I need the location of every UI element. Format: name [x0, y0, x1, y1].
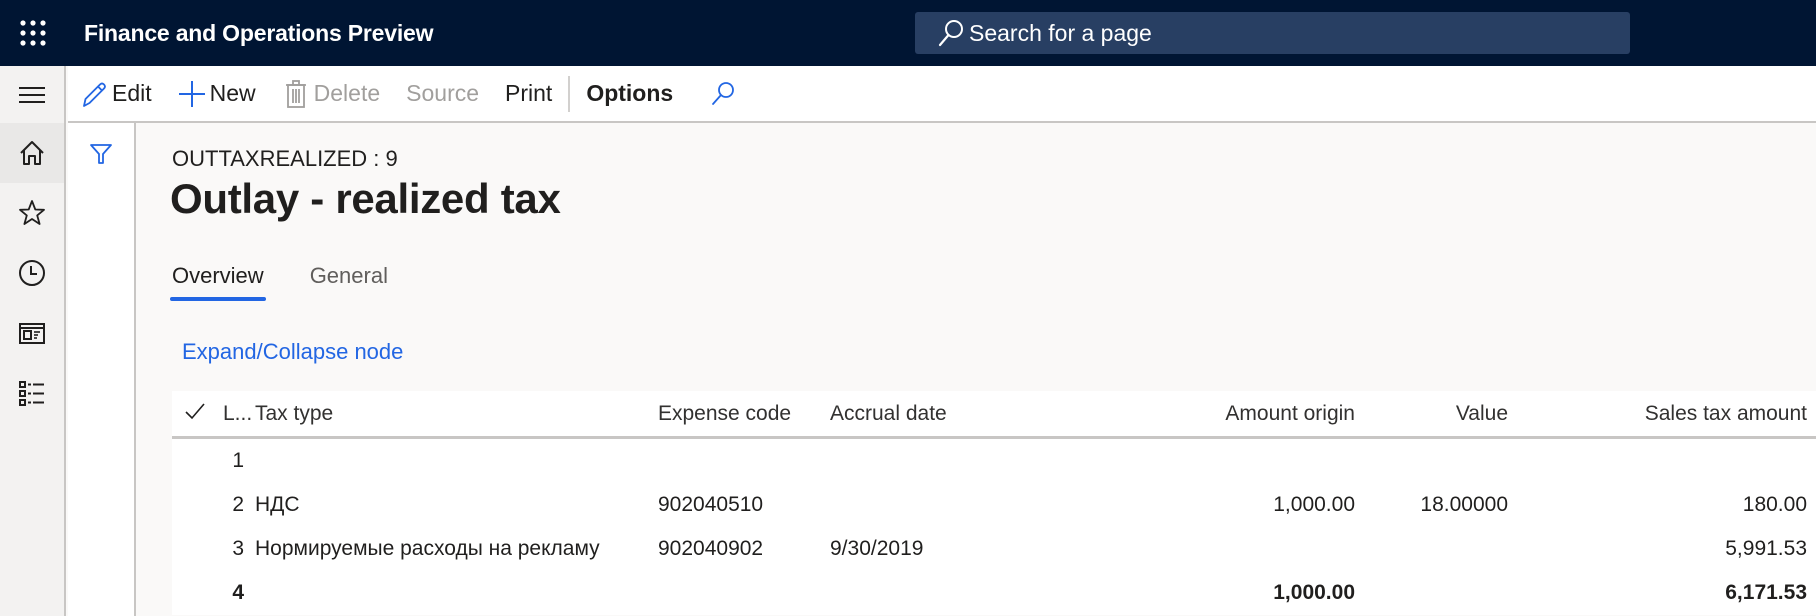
tab-overview[interactable]: Overview: [170, 263, 266, 301]
cell-amount-origin: 1,000.00: [1273, 493, 1355, 516]
column-header-amount-origin[interactable]: Amount origin: [1225, 402, 1355, 426]
cell-sales-tax-amount: 6,171.53: [1725, 581, 1807, 604]
grid-header: L... Tax type Expense code Accrual date …: [172, 391, 1816, 439]
cell-line: 3: [232, 537, 244, 560]
cell-line: 1: [232, 449, 244, 472]
source-label: Source: [406, 80, 480, 106]
cell-tax-type: Нормируемые расходы на рекламу: [255, 537, 600, 560]
table-row-total[interactable]: 4 1,000.00 6,171.53: [172, 571, 1816, 615]
cell-value: 18.00000: [1420, 493, 1508, 516]
main-content: OUTTAXREALIZED : 9 Outlay - realized tax…: [136, 123, 1816, 616]
star-icon: [19, 200, 45, 225]
search-icon: [938, 20, 963, 47]
navigation-pane: [0, 66, 66, 616]
clock-icon: [19, 260, 45, 286]
action-search-button[interactable]: [709, 65, 741, 122]
column-header-tax-type[interactable]: Tax type: [255, 402, 333, 426]
cell-amount-origin: 1,000.00: [1273, 581, 1355, 604]
workspace-icon: [19, 323, 45, 344]
delete-button[interactable]: Delete: [282, 65, 380, 122]
source-button[interactable]: Source: [406, 65, 479, 122]
print-button[interactable]: Print: [505, 65, 552, 122]
column-header-sales-tax-amount[interactable]: Sales tax amount: [1645, 402, 1807, 426]
print-label: Print: [505, 80, 553, 106]
tab-general[interactable]: General: [310, 263, 388, 297]
search-icon: [712, 81, 735, 105]
action-pane: Edit New Delete Source Print Options: [68, 66, 1816, 123]
tab-list: Overview General: [170, 263, 434, 301]
checkmark-icon: [185, 402, 205, 419]
options-button[interactable]: Options: [586, 65, 673, 122]
home-icon: [20, 141, 44, 165]
top-navbar: Finance and Operations Preview: [0, 0, 1816, 66]
record-caption: OUTTAXREALIZED : 9: [172, 146, 398, 171]
page-search[interactable]: [915, 12, 1630, 54]
delete-label: Delete: [313, 80, 381, 106]
waffle-icon: [20, 20, 46, 46]
nav-workspaces[interactable]: [0, 303, 64, 363]
column-header-accrual-date[interactable]: Accrual date: [830, 402, 947, 426]
select-all-checkbox[interactable]: [184, 401, 208, 427]
hamburger-icon: [19, 86, 45, 103]
nav-modules[interactable]: [0, 363, 64, 423]
edit-label: Edit: [112, 80, 152, 106]
cell-line: 4: [232, 581, 244, 604]
search-input[interactable]: [969, 19, 1569, 47]
action-separator: [568, 75, 571, 112]
table-row[interactable]: 3 Нормируемые расходы на рекламу 9020409…: [172, 527, 1816, 571]
edit-button[interactable]: Edit: [80, 65, 152, 122]
cell-sales-tax-amount: 5,991.53: [1725, 537, 1807, 560]
plus-icon: [178, 80, 205, 107]
new-button[interactable]: New: [178, 65, 256, 122]
tax-grid: L... Tax type Expense code Accrual date …: [172, 391, 1816, 615]
new-label: New: [209, 80, 256, 106]
cell-accrual-date: 9/30/2019: [830, 537, 924, 560]
list-icon: [19, 381, 44, 406]
cell-sales-tax-amount: 180.00: [1742, 493, 1807, 516]
nav-menu-button[interactable]: [0, 66, 64, 123]
nav-home[interactable]: [0, 123, 64, 183]
cell-expense-code: 902040510: [658, 493, 764, 516]
filter-icon[interactable]: [88, 141, 114, 167]
table-row[interactable]: 2 НДС 902040510 1,000.00 18.00000 180.00: [172, 483, 1816, 527]
cell-line: 2: [232, 493, 244, 516]
options-label: Options: [586, 80, 674, 106]
page-title: Outlay - realized tax: [170, 175, 561, 222]
column-header-expense-code[interactable]: Expense code: [658, 402, 791, 426]
column-header-line[interactable]: L...: [223, 402, 253, 426]
cell-tax-type: НДС: [255, 493, 300, 516]
column-header-value[interactable]: Value: [1456, 402, 1508, 426]
expand-collapse-node-button[interactable]: Expand/Collapse node: [182, 339, 403, 365]
app-launcher-button[interactable]: [0, 0, 66, 66]
pencil-icon: [83, 82, 106, 107]
nav-favorites[interactable]: [0, 183, 64, 243]
app-title: Finance and Operations Preview: [84, 19, 434, 46]
filter-pane: [68, 123, 136, 616]
trash-icon: [285, 79, 306, 108]
nav-recent[interactable]: [0, 243, 64, 303]
cell-expense-code: 902040902: [658, 537, 764, 560]
table-row[interactable]: 1: [172, 439, 1816, 483]
grid-body: 1 2 НДС 902040510 1,000.00 18.00000 180.…: [172, 439, 1816, 615]
